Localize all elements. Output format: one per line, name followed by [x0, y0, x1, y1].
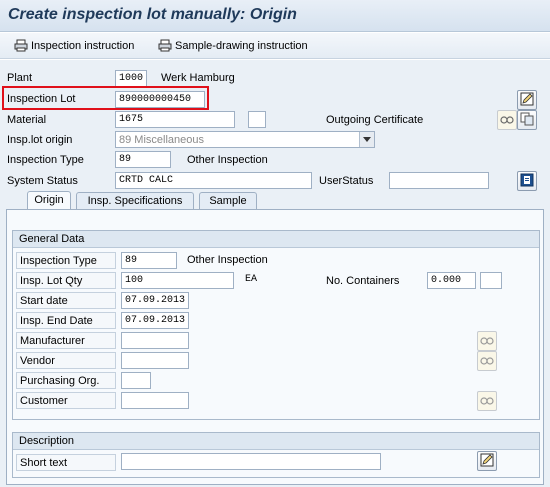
insp-lot-origin-value: 89 Miscellaneous — [119, 134, 204, 146]
purchasing-org-field[interactable] — [121, 372, 151, 389]
short-text-field[interactable] — [121, 453, 381, 470]
customer-field[interactable] — [121, 392, 189, 409]
edit-short-text-button[interactable] — [477, 451, 497, 471]
user-status-field[interactable] — [389, 172, 489, 189]
manufacturer-label: Manufacturer — [16, 332, 116, 349]
tab-insp-specifications[interactable]: Insp. Specifications — [76, 192, 194, 210]
display-customer-button[interactable] — [477, 391, 497, 411]
no-containers-unit-field[interactable] — [480, 272, 502, 289]
vendor-field[interactable] — [121, 352, 189, 369]
manufacturer-field[interactable] — [121, 332, 189, 349]
application-toolbar: Inspection instruction Sample-drawing in… — [0, 33, 550, 59]
tab-origin-label: Origin — [34, 194, 64, 206]
gd-inspection-type-field[interactable]: 89 — [121, 252, 177, 269]
title-bar: Create inspection lot manually: Origin — [0, 0, 550, 32]
inspection-instruction-button[interactable]: Inspection instruction — [14, 39, 134, 52]
print-icon — [14, 39, 28, 52]
copy-icon — [520, 112, 534, 129]
purchasing-org-label: Purchasing Org. — [16, 372, 116, 389]
plant-field[interactable]: 1000 — [115, 70, 147, 87]
tab-sample-label: Sample — [209, 195, 247, 207]
no-containers-label: No. Containers — [326, 275, 400, 287]
material-field[interactable]: 1675 — [115, 111, 235, 128]
no-containers-field[interactable]: 0.000 — [427, 272, 476, 289]
tab-origin[interactable]: Origin — [27, 191, 71, 210]
insp-end-date-label: Insp. End Date — [16, 312, 116, 329]
glasses-icon — [480, 394, 494, 409]
insp-lot-qty-label: Insp. Lot Qty — [16, 272, 116, 289]
pencil-document-icon — [520, 92, 534, 109]
system-status-field[interactable]: CRTD CALC — [115, 172, 312, 189]
status-details-button[interactable] — [517, 171, 537, 191]
insp-lot-qty-unit: EA — [245, 274, 258, 285]
glasses-icon — [480, 354, 494, 369]
tab-insp-specifications-label: Insp. Specifications — [87, 195, 183, 207]
print-icon — [158, 39, 172, 52]
outgoing-certificate-label: Outgoing Certificate — [326, 114, 424, 126]
inspection-type-label: Inspection Type — [7, 154, 84, 166]
sample-drawing-instruction-button[interactable]: Sample-drawing instruction — [158, 39, 308, 52]
plant-label: Plant — [7, 72, 33, 84]
description-title: Description — [13, 433, 539, 450]
display-manufacturer-button[interactable] — [477, 331, 497, 351]
glasses-icon — [480, 334, 494, 349]
user-status-label: UserStatus — [319, 175, 374, 187]
chevron-down-icon[interactable] — [359, 132, 374, 147]
vendor-label: Vendor — [16, 352, 116, 369]
pencil-document-icon — [480, 453, 494, 470]
customer-label: Customer — [16, 392, 116, 409]
insp-end-date-field[interactable]: 07.09.2013 — [121, 312, 189, 329]
start-date-field[interactable]: 07.09.2013 — [121, 292, 189, 309]
copy-button[interactable] — [517, 110, 537, 130]
insp-lot-origin-dropdown[interactable]: 89 Miscellaneous — [115, 131, 375, 148]
display-material-button[interactable] — [497, 110, 517, 130]
inspection-type-field[interactable]: 89 — [115, 151, 171, 168]
edit-long-text-button[interactable] — [517, 90, 537, 110]
glasses-icon — [500, 113, 514, 128]
outgoing-certificate-checkbox[interactable] — [248, 111, 266, 128]
plant-name-text: Werk Hamburg — [161, 72, 235, 84]
system-status-label: System Status — [7, 175, 78, 187]
gd-inspection-type-label: Inspection Type — [16, 252, 116, 269]
start-date-label: Start date — [16, 292, 116, 309]
gd-inspection-type-text: Other Inspection — [187, 254, 268, 266]
display-vendor-button[interactable] — [477, 351, 497, 371]
insp-lot-origin-label: Insp.lot origin — [7, 134, 73, 146]
inspection-type-text: Other Inspection — [187, 154, 268, 166]
insp-lot-qty-field[interactable]: 100 — [121, 272, 234, 289]
inspection-lot-label: Inspection Lot — [7, 93, 76, 105]
inspection-lot-field[interactable]: 890000000450 — [115, 91, 205, 108]
status-icon — [520, 173, 534, 190]
window-title: Create inspection lot manually: Origin — [8, 6, 297, 23]
material-label: Material — [7, 114, 47, 126]
general-data-title: General Data — [13, 231, 539, 248]
tab-sample[interactable]: Sample — [199, 192, 257, 210]
sample-drawing-instruction-label: Sample-drawing instruction — [175, 39, 308, 52]
short-text-label: Short text — [16, 454, 116, 471]
inspection-instruction-label: Inspection instruction — [31, 39, 135, 52]
